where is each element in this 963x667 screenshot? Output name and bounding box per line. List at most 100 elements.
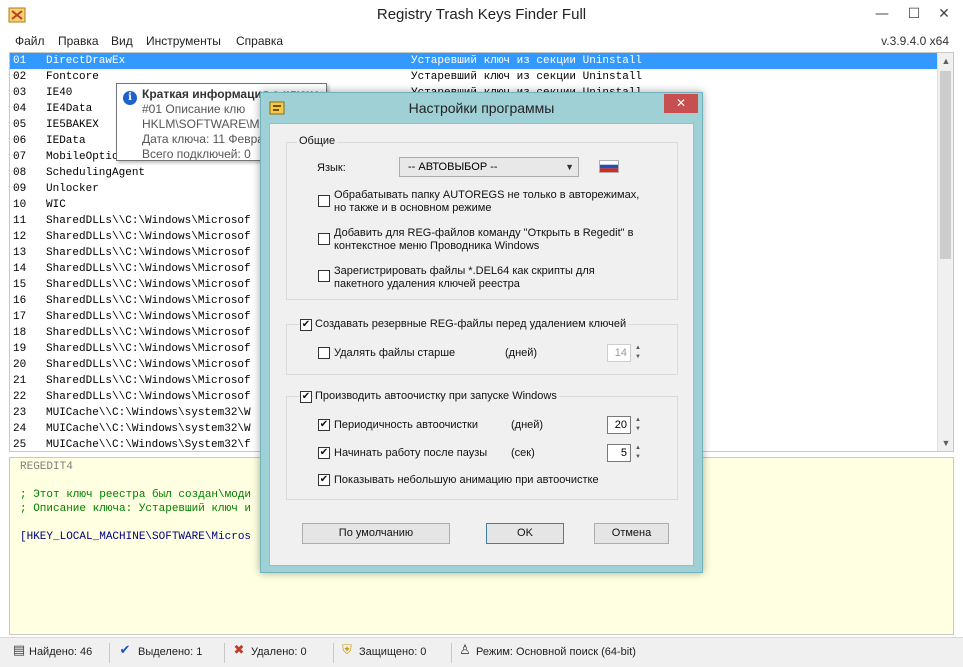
- row-number: 01: [13, 55, 27, 67]
- menu-view[interactable]: Вид: [111, 34, 133, 48]
- row-number: 22: [13, 391, 27, 403]
- row-key: SharedDLLs\\C:\Windows\Microsof: [46, 359, 251, 371]
- status-found: Найдено: 46: [29, 646, 93, 658]
- period-checkbox[interactable]: ✔: [318, 419, 330, 431]
- title-bar: Registry Trash Keys Finder Full — ☐ ✕: [0, 0, 963, 31]
- row-number: 19: [13, 343, 27, 355]
- tooltip-line: HKLM\SOFTWARE\Mic: [142, 117, 269, 131]
- row-key: IE5BAKEX: [46, 119, 99, 131]
- status-divider: [333, 643, 334, 663]
- maximize-button[interactable]: ☐: [902, 4, 926, 24]
- autoregs-label-line2: но также и в основном режиме: [334, 202, 492, 214]
- general-group-label: Общие: [297, 135, 338, 147]
- row-key: MUICache\\C:\Windows\system32\W: [46, 407, 251, 419]
- row-key: SharedDLLs\\C:\Windows\Microsof: [46, 295, 251, 307]
- dialog-title: Настройки программы: [408, 100, 555, 116]
- row-number: 02: [13, 71, 27, 83]
- delay-value: 5: [607, 444, 631, 462]
- row-key: IEData: [46, 135, 86, 147]
- status-protected: Защищено: 0: [359, 646, 427, 658]
- row-number: 10: [13, 199, 27, 211]
- row-number: 24: [13, 423, 27, 435]
- ok-button[interactable]: OK: [486, 523, 564, 544]
- row-key: Unlocker: [46, 183, 99, 195]
- del64-checkbox[interactable]: [318, 270, 330, 282]
- row-number: 06: [13, 135, 27, 147]
- defaults-button[interactable]: По умолчанию: [302, 523, 450, 544]
- row-number: 14: [13, 263, 27, 275]
- row-number: 23: [13, 407, 27, 419]
- row-key: SharedDLLs\\C:\Windows\Microsof: [46, 215, 251, 227]
- delay-spinner[interactable]: 5 ▲ ▼: [607, 444, 645, 462]
- scroll-up-icon[interactable]: ▲: [938, 53, 953, 69]
- row-number: 07: [13, 151, 27, 163]
- autoclean-label: Производить автоочистку при запуске Wind…: [313, 390, 559, 402]
- settings-dialog: Настройки программы ✕ Общие Язык: -- АВТ…: [260, 92, 703, 573]
- dialog-body: Общие Язык: -- АВТОВЫБОР -- ▼ Обрабатыва…: [269, 123, 694, 566]
- menu-bar: Файл Правка Вид Инструменты Справка v.3.…: [0, 31, 963, 51]
- delay-checkbox[interactable]: ✔: [318, 447, 330, 459]
- status-bar: ▤ Найдено: 46 ✔ Выделено: 1 ✖ Удалено: 0…: [0, 637, 963, 667]
- row-number: 21: [13, 375, 27, 387]
- regedit-menu-label-line2: контекстное меню Проводника Windows: [334, 240, 540, 252]
- reg-header: REGEDIT4: [20, 461, 73, 473]
- row-number: 04: [13, 103, 27, 115]
- scroll-down-icon[interactable]: ▼: [938, 435, 953, 451]
- row-key: SchedulingAgent: [46, 167, 146, 179]
- row-number: 03: [13, 87, 27, 99]
- period-spinner[interactable]: 20 ▲ ▼: [607, 416, 645, 434]
- row-number: 09: [13, 183, 27, 195]
- list-scrollbar[interactable]: ▲ ▼: [937, 53, 953, 451]
- row-key: SharedDLLs\\C:\Windows\Microsof: [46, 231, 251, 243]
- close-button[interactable]: ✕: [932, 4, 956, 24]
- spinner-arrows-icon[interactable]: ▲ ▼: [632, 444, 644, 462]
- language-select[interactable]: -- АВТОВЫБОР -- ▼: [399, 157, 579, 177]
- status-deleted: Удалено: 0: [251, 646, 307, 658]
- tooltip-line: Дата ключа: 11 Февра: [142, 132, 264, 146]
- person-icon: ♙: [459, 643, 471, 658]
- autoregs-checkbox[interactable]: [318, 195, 330, 207]
- minimize-button[interactable]: —: [870, 4, 894, 24]
- row-key: SharedDLLs\\C:\Windows\Microsof: [46, 391, 251, 403]
- menu-edit[interactable]: Правка: [58, 34, 99, 48]
- table-row[interactable]: 01 DirectDrawEx Устаревший ключ из секции …: [10, 53, 940, 69]
- reg-key-line: [HKEY_LOCAL_MACHINE\SOFTWARE\Micros: [20, 531, 252, 543]
- delete-old-checkbox[interactable]: [318, 347, 330, 359]
- row-number: 11: [13, 215, 27, 227]
- scroll-thumb[interactable]: [940, 71, 951, 259]
- checkmark-icon: ✔: [119, 643, 131, 658]
- shield-icon: ⛨: [342, 643, 352, 658]
- reg-comment: ; Описание ключа: Устаревший ключ и: [20, 503, 252, 515]
- delete-old-days-spinner[interactable]: 14 ▲ ▼: [607, 344, 645, 362]
- menu-file[interactable]: Файл: [15, 34, 45, 48]
- autoclean-checkbox[interactable]: ✔: [300, 391, 312, 403]
- row-number: 25: [13, 439, 27, 451]
- cancel-button[interactable]: Отмена: [594, 523, 669, 544]
- animation-label: Показывать небольшую анимацию при автооч…: [334, 474, 599, 486]
- period-label: Периодичность автоочистки: [334, 419, 478, 431]
- window-title: Registry Trash Keys Finder Full: [376, 6, 587, 23]
- version-label: v.3.9.4.0 x64: [881, 34, 949, 48]
- del64-label-line2: пакетного удаления ключей реестра: [334, 278, 520, 290]
- row-number: 17: [13, 311, 27, 323]
- animation-checkbox[interactable]: ✔: [318, 474, 330, 486]
- menu-tools[interactable]: Инструменты: [146, 34, 221, 48]
- backup-label: Создавать резервные REG-файлы перед удал…: [313, 318, 629, 330]
- spinner-arrows-icon[interactable]: ▲ ▼: [632, 344, 644, 362]
- menu-help[interactable]: Справка: [236, 34, 283, 48]
- backup-checkbox[interactable]: ✔: [300, 319, 312, 331]
- row-key: SharedDLLs\\C:\Windows\Microsof: [46, 343, 251, 355]
- delete-old-label: Удалять файлы старше: [334, 347, 456, 359]
- row-key: WIC: [46, 199, 66, 211]
- russian-flag-icon: [599, 160, 619, 173]
- row-number: 12: [13, 231, 27, 243]
- row-number: 13: [13, 247, 27, 259]
- autoregs-label-line1: Обрабатывать папку AUTOREGS не только в …: [334, 189, 640, 201]
- row-number: 08: [13, 167, 27, 179]
- spinner-arrows-icon[interactable]: ▲ ▼: [632, 416, 644, 434]
- status-mode: Режим: Основной поиск (64-bit): [476, 646, 636, 658]
- row-key: SharedDLLs\\C:\Windows\Microsof: [46, 327, 251, 339]
- row-key: SharedDLLs\\C:\Windows\Microsof: [46, 279, 251, 291]
- regedit-menu-checkbox[interactable]: [318, 233, 330, 245]
- dialog-close-button[interactable]: ✕: [664, 94, 698, 113]
